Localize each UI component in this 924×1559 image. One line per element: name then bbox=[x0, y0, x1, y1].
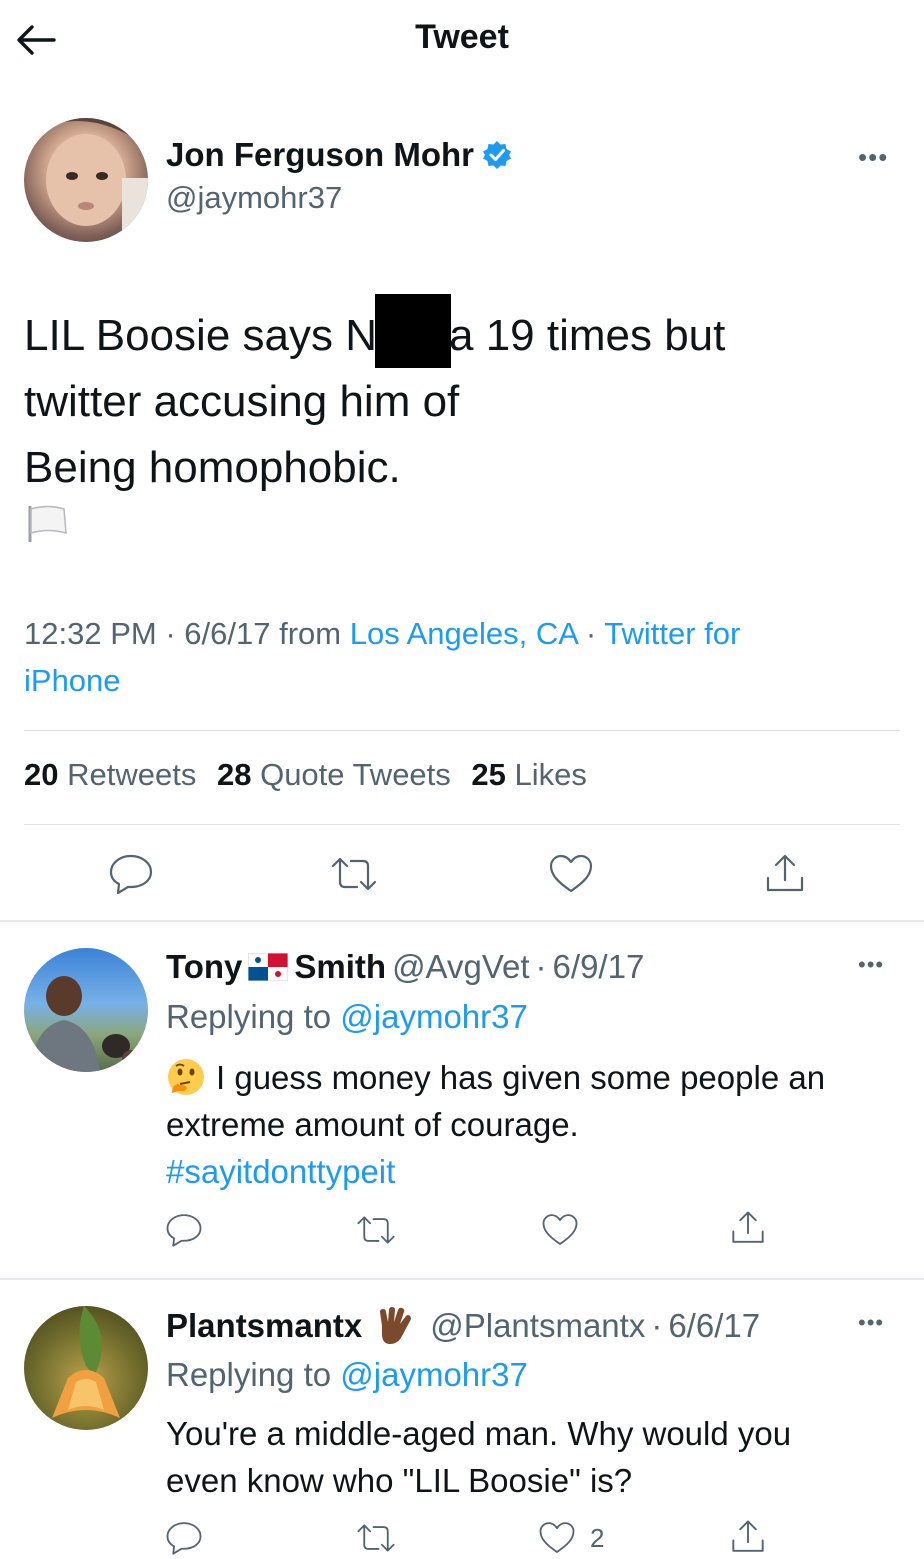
redaction-box bbox=[375, 294, 451, 368]
reply-date: 6/9/17 bbox=[552, 948, 645, 985]
replying-to: Replying to @jaymohr37 bbox=[166, 1356, 528, 1393]
tweet-stats: 20 Retweets 28 Quote Tweets 25 Likes bbox=[24, 757, 599, 793]
avatar-man-image bbox=[30, 976, 142, 1072]
verified-badge-icon bbox=[483, 141, 511, 169]
divider bbox=[0, 1278, 924, 1280]
reply-button[interactable] bbox=[162, 1518, 206, 1558]
more-options-icon[interactable]: ••• bbox=[858, 1310, 884, 1336]
divider bbox=[24, 730, 900, 731]
like-button[interactable]: 2 bbox=[538, 1518, 604, 1558]
hashtag-link[interactable]: #sayitdonttypeit bbox=[166, 1153, 395, 1190]
tweet-date[interactable]: 6/6/17 bbox=[184, 616, 270, 651]
share-button[interactable] bbox=[726, 1206, 770, 1250]
avatar[interactable] bbox=[24, 118, 148, 242]
avatar[interactable] bbox=[24, 948, 148, 1072]
thinking-face-icon bbox=[168, 1059, 204, 1095]
avatar[interactable] bbox=[24, 1306, 148, 1430]
likes-stat[interactable]: 25 Likes bbox=[471, 757, 586, 792]
share-icon bbox=[766, 854, 804, 892]
reply-date: 6/6/17 bbox=[668, 1307, 761, 1344]
retweet-icon bbox=[357, 1216, 395, 1244]
retweet-icon bbox=[331, 857, 377, 891]
share-icon bbox=[732, 1211, 764, 1243]
retweet-button[interactable] bbox=[352, 1518, 400, 1558]
author-handle[interactable]: @jaymohr37 bbox=[166, 180, 342, 216]
avatar-baby-image bbox=[24, 118, 148, 242]
like-button[interactable] bbox=[546, 850, 596, 898]
quote-tweets-stat[interactable]: 28 Quote Tweets bbox=[217, 757, 451, 792]
tweet-text-line-1: LIL Boosie says Na 19 times but bbox=[24, 294, 884, 369]
divider bbox=[0, 920, 924, 922]
replying-to-link[interactable]: @jaymohr37 bbox=[340, 1356, 528, 1393]
replying-to: Replying to @jaymohr37 bbox=[166, 998, 528, 1035]
panama-flag-icon bbox=[248, 953, 289, 981]
more-options-icon[interactable]: ••• bbox=[858, 142, 888, 173]
tweet-time[interactable]: 12:32 PM bbox=[24, 616, 157, 651]
white-flag-icon bbox=[26, 504, 70, 549]
author-name[interactable]: Jon Ferguson Mohr bbox=[166, 136, 512, 174]
divider bbox=[24, 824, 900, 825]
reply-text: You're a middle-aged man. Why would you … bbox=[166, 1415, 792, 1499]
like-button[interactable] bbox=[538, 1208, 582, 1252]
retweet-icon bbox=[357, 1524, 395, 1552]
tweet-text: LIL Boosie says Na 19 times but twitter … bbox=[24, 294, 884, 501]
page-title: Tweet bbox=[415, 18, 509, 56]
retweets-stat[interactable]: 20 Retweets bbox=[24, 757, 196, 792]
location-link[interactable]: Los Angeles, CA bbox=[350, 616, 578, 651]
reply-icon bbox=[166, 1214, 202, 1247]
tweet-text-line-3: Being homophobic. bbox=[24, 443, 401, 492]
reply-button[interactable] bbox=[162, 1208, 206, 1252]
retweet-button[interactable] bbox=[352, 1208, 400, 1252]
tweet-text-line-2: twitter accusing him of bbox=[24, 377, 460, 426]
like-count: 2 bbox=[590, 1522, 605, 1553]
share-button[interactable] bbox=[726, 1516, 770, 1558]
reply-button[interactable] bbox=[104, 850, 158, 898]
share-button[interactable] bbox=[760, 850, 810, 898]
share-icon bbox=[732, 1520, 764, 1552]
heart-icon bbox=[542, 1214, 578, 1245]
avatar-flower-image bbox=[52, 1306, 120, 1418]
tweet-meta: 12:32 PM · 6/6/17 from Los Angeles, CA ·… bbox=[24, 616, 741, 698]
replying-to-link[interactable]: @jaymohr37 bbox=[340, 998, 528, 1035]
reply-author-name[interactable]: Plantsmantx @Plantsmantx · 6/6/17 bbox=[166, 1306, 760, 1346]
more-options-icon[interactable]: ••• bbox=[858, 952, 884, 978]
reply-icon bbox=[166, 1522, 202, 1555]
reply-text: I guess money has given some people an e… bbox=[166, 1059, 826, 1190]
reply-icon bbox=[109, 854, 153, 895]
retweet-button[interactable] bbox=[326, 850, 382, 898]
vulcan-salute-icon bbox=[380, 1307, 412, 1344]
reply-author-name[interactable]: Tony Smith @AvgVet · 6/9/17 bbox=[166, 948, 644, 986]
heart-icon bbox=[539, 1522, 575, 1553]
heart-icon bbox=[549, 854, 593, 893]
